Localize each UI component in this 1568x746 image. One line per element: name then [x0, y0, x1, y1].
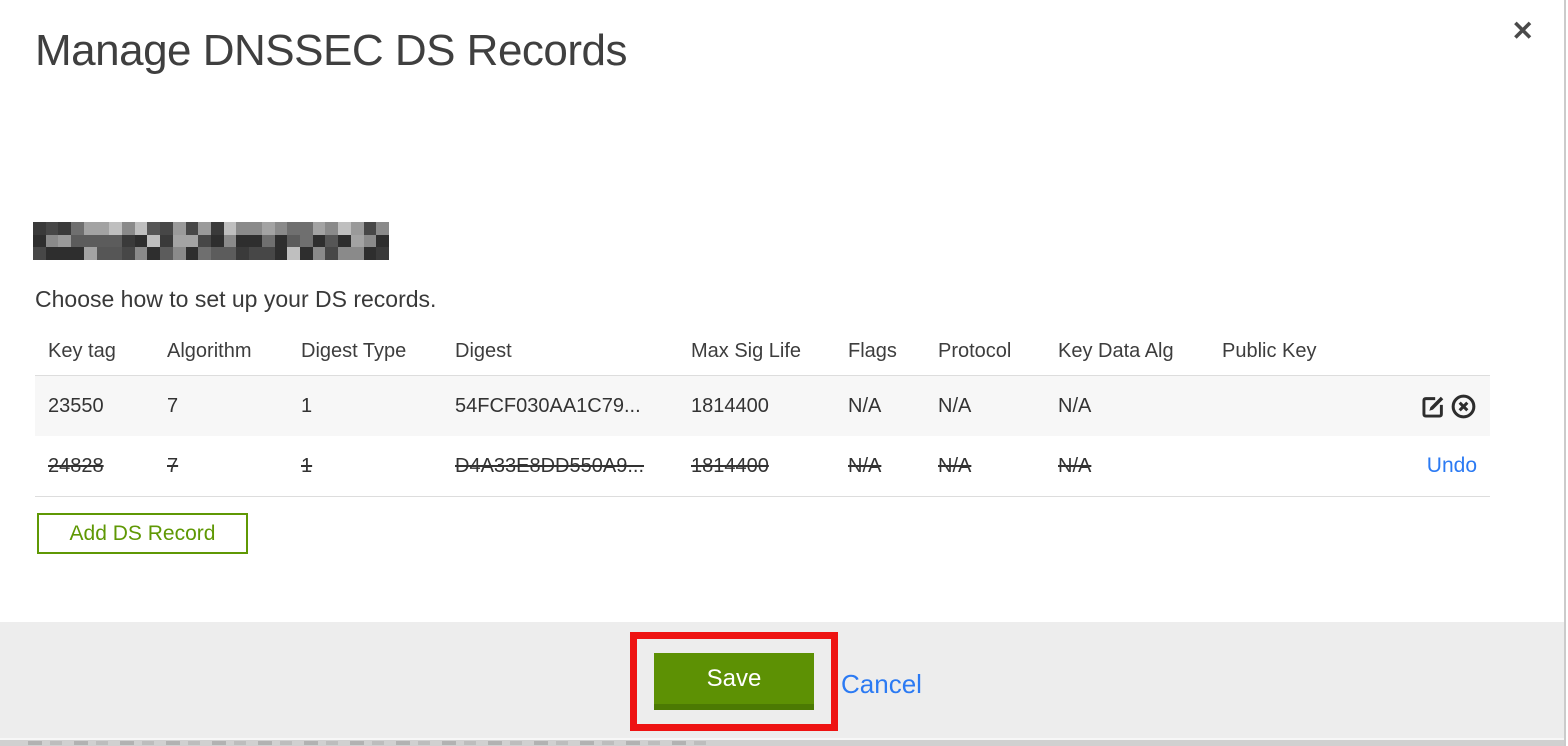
dialog-footer: Save Cancel: [0, 622, 1564, 738]
manage-dnssec-ds-records-dialog: Manage DNSSEC DS Records ✕ Choose how to…: [0, 0, 1568, 746]
max-sig-life-value: 1814400: [691, 394, 769, 417]
add-ds-record-button[interactable]: Add DS Record: [37, 513, 248, 554]
protocol-value: N/A: [938, 394, 972, 417]
table-header-row: Key tag Algorithm Digest Type Digest Max…: [35, 328, 1490, 375]
page-title: Manage DNSSEC DS Records: [35, 26, 628, 75]
save-button[interactable]: Save: [654, 653, 814, 710]
col-header-protocol: Protocol: [938, 340, 1012, 362]
col-header-public-key: Public Key: [1222, 340, 1317, 362]
page-behind-modal-edge: [0, 740, 1564, 746]
col-header-algorithm: Algorithm: [167, 340, 252, 362]
flags-value: N/A: [848, 454, 882, 477]
protocol-value: N/A: [938, 454, 972, 477]
col-header-digest-type: Digest Type: [301, 340, 407, 362]
col-header-max-sig-life: Max Sig Life: [691, 340, 802, 362]
max-sig-life-value: 1814400: [691, 454, 769, 477]
undo-link[interactable]: Undo: [1427, 454, 1477, 478]
close-icon[interactable]: ✕: [1511, 18, 1534, 45]
col-header-key-data-alg: Key Data Alg: [1058, 340, 1174, 362]
key-tag-value: 23550: [48, 394, 104, 417]
subtitle-text: Choose how to set up your DS records.: [35, 286, 437, 312]
algorithm-value: 7: [167, 394, 179, 417]
col-header-key-tag: Key tag: [48, 340, 116, 362]
dialog-right-border: [1564, 0, 1566, 746]
edit-record-icon[interactable]: [1419, 392, 1447, 420]
key-tag-value: 24828: [48, 454, 104, 477]
col-header-flags: Flags: [848, 340, 897, 362]
key-data-alg-value: N/A: [1058, 454, 1092, 477]
cancel-link[interactable]: Cancel: [841, 669, 922, 700]
col-header-digest: Digest: [455, 340, 512, 362]
redacted-domain-name: [33, 222, 389, 260]
key-data-alg-value: N/A: [1058, 394, 1092, 417]
table-row-marked-for-deletion: 24828 7 1 D4A33E8DD550A9... 1814400 N/A …: [35, 436, 1490, 497]
flags-value: N/A: [848, 394, 882, 417]
digest-type-value: 1: [301, 454, 313, 477]
ds-records-table: Key tag Algorithm Digest Type Digest Max…: [35, 328, 1490, 497]
delete-record-icon[interactable]: [1449, 392, 1477, 420]
red-annotation-box: Save: [630, 632, 838, 731]
digest-value: 54FCF030AA1C79...: [455, 394, 641, 417]
table-row: 23550 7 1 54FCF030AA1C79... 1814400 N/A …: [35, 375, 1490, 436]
digest-type-value: 1: [301, 394, 313, 417]
algorithm-value: 7: [167, 454, 179, 477]
digest-value: D4A33E8DD550A9...: [455, 454, 645, 477]
